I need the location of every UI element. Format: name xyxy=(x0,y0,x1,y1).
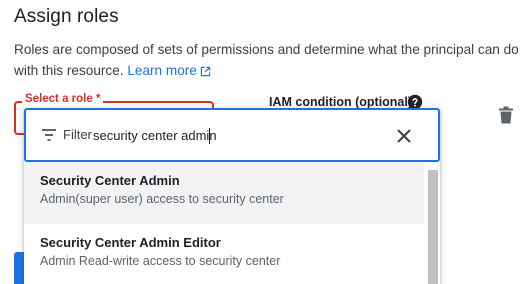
learn-more-label: Learn more xyxy=(127,63,197,78)
role-option-description: Admin(super user) access to security cen… xyxy=(40,192,284,206)
close-icon[interactable] xyxy=(397,129,411,143)
role-option-description: Admin Read-write access to security cent… xyxy=(40,254,281,268)
scroll-thumb[interactable] xyxy=(428,170,438,284)
text-cursor xyxy=(209,128,210,144)
delete-icon[interactable] xyxy=(498,106,514,124)
iam-condition-label: IAM condition (optional) xyxy=(269,95,413,109)
select-role-label: Select a role * xyxy=(22,93,104,105)
learn-more-link[interactable]: Learn more xyxy=(127,63,211,78)
panel-description: Roles are composed of sets of permission… xyxy=(14,39,524,81)
filter-input[interactable] xyxy=(93,124,393,146)
filter-box[interactable]: Filter xyxy=(24,108,440,162)
role-option-title: Security Center Admin xyxy=(40,173,180,188)
external-link-icon xyxy=(200,66,211,77)
role-option[interactable]: Security Center Admin Editor Admin Read-… xyxy=(24,224,424,284)
role-options-list: Security Center Admin Admin(super user) … xyxy=(24,162,424,284)
description-text: Roles are composed of sets of permission… xyxy=(14,42,519,78)
filter-icon xyxy=(42,129,56,141)
filter-prefix: Filter xyxy=(63,127,92,142)
panel-title: Assign roles xyxy=(14,6,119,27)
role-option-title: Security Center Admin Editor xyxy=(40,235,221,250)
role-option[interactable]: Security Center Admin Admin(super user) … xyxy=(24,162,424,224)
scrollbar[interactable] xyxy=(428,170,438,284)
role-dropdown: Filter Security Center Admin Admin(super… xyxy=(24,108,440,284)
